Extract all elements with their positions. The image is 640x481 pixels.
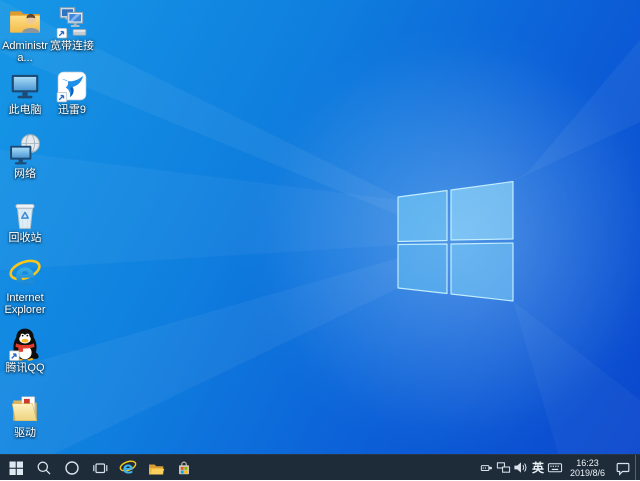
desktop-icon-network[interactable]: 网络 [2,133,48,180]
taskbar: e [0,454,640,480]
desktop-icon-drivers[interactable]: 驱动 [2,392,48,439]
desktop-icon-label: 腾讯QQ [2,362,48,374]
desktop-wallpaper[interactable] [0,0,640,480]
qq-icon [8,327,42,361]
desktop-icon-label: Administra... [2,40,48,64]
wallpaper-windows-logo [0,0,640,480]
desktop-icon-label: 宽带连接 [49,40,95,52]
usb-icon [479,460,494,475]
xunlei-icon [55,69,89,103]
system-tray: 英 16:23 2019/8/6 [478,455,640,481]
volume-tray-button[interactable] [512,455,529,481]
desktop-icon-administrator[interactable]: Administra... [2,5,48,64]
show-desktop-button[interactable] [635,455,640,481]
this-pc-icon [8,69,42,103]
search-button[interactable] [30,455,58,481]
task-view-icon [92,460,108,476]
touch-keyboard-icon [547,460,563,475]
windows-logo-icon [8,460,24,476]
recycle-bin-icon [8,197,42,231]
ime-indicator[interactable]: 英 [529,455,547,481]
desktop-icon-label: 网络 [2,168,48,180]
desktop-icon-qq[interactable]: 腾讯QQ [2,327,48,374]
network-tray-button[interactable] [495,455,512,481]
volume-icon [513,460,528,475]
action-center-button[interactable] [611,455,635,481]
clock-time: 16:23 [570,458,605,468]
desktop-icon-label: Internet Explorer [2,292,48,316]
clock-date: 2019/8/6 [570,468,605,478]
search-icon [36,460,52,476]
desktop-icon-label: 迅雷9 [49,104,95,116]
usb-tray-button[interactable] [478,455,495,481]
desktop-icon-internet-explorer[interactable]: e Internet Explorer [2,257,48,316]
taskbar-file-explorer[interactable] [142,455,170,481]
ie-icon: e [119,459,137,477]
action-center-icon [615,460,631,476]
taskbar-microsoft-store[interactable] [170,455,198,481]
svg-text:e: e [15,258,35,292]
cortana-circle-icon [64,460,80,476]
store-bag-icon [176,460,192,476]
taskbar-clock[interactable]: 16:23 2019/8/6 [564,458,611,478]
touch-keyboard-button[interactable] [547,455,564,481]
broadband-connection-icon [55,5,89,39]
folder-icon [148,460,165,476]
cortana-button[interactable] [58,455,86,481]
network-icon [8,133,42,167]
taskbar-buttons: e [2,455,198,481]
svg-text:e: e [123,459,134,477]
user-folder-icon [8,5,42,39]
desktop-icon-this-pc[interactable]: 此电脑 [2,69,48,116]
desktop-icon-broadband[interactable]: 宽带连接 [49,5,95,52]
desktop-icon-label: 此电脑 [2,104,48,116]
network-icon [496,460,511,475]
folder-icon [8,392,42,426]
taskbar-internet-explorer[interactable]: e [114,455,142,481]
desktop-icon-recycle-bin[interactable]: 回收站 [2,197,48,244]
desktop-icon-xunlei[interactable]: 迅雷9 [49,69,95,116]
task-view-button[interactable] [86,455,114,481]
internet-explorer-icon: e [8,257,42,291]
start-button[interactable] [2,455,30,481]
desktop-icon-label: 驱动 [2,427,48,439]
desktop-icon-label: 回收站 [2,232,48,244]
